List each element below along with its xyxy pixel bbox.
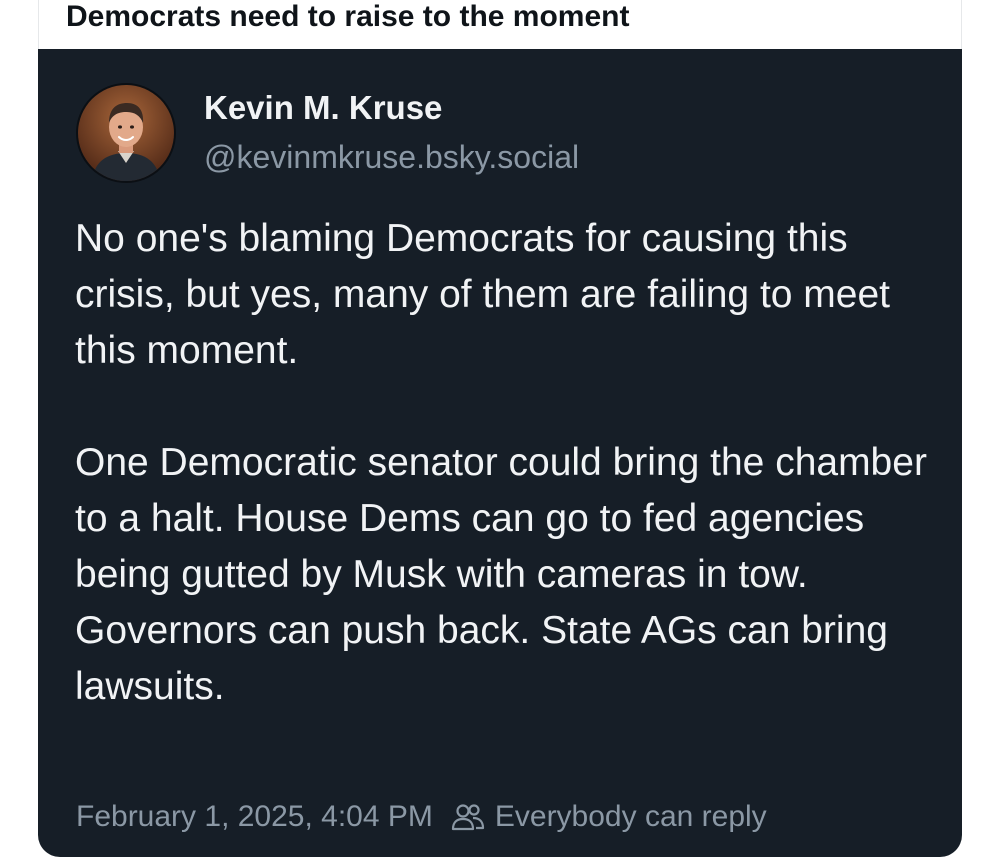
author-handle[interactable]: @kevinmkruse.bsky.social: [204, 139, 579, 175]
post-headline: Democrats need to raise to the moment: [66, 0, 630, 33]
people-icon: [451, 802, 485, 832]
frame-divider: [961, 0, 962, 50]
avatar-photo-icon: [78, 85, 174, 181]
post-paragraph: One Democratic senator could bring the c…: [75, 441, 927, 708]
embedded-post-card[interactable]: Kevin M. Kruse @kevinmkruse.bsky.social …: [38, 49, 962, 857]
post-footer: February 1, 2025, 4:04 PM Everybody can …: [76, 799, 767, 835]
author-name[interactable]: Kevin M. Kruse: [204, 89, 442, 127]
author-avatar[interactable]: [76, 83, 176, 183]
frame-divider: [38, 0, 39, 50]
post-timestamp[interactable]: February 1, 2025, 4:04 PM: [76, 799, 433, 835]
post-text: No one's blaming Democrats for causing t…: [75, 211, 935, 715]
page: Democrats need to raise to the moment Ke…: [0, 0, 1000, 857]
reply-setting-label: Everybody can reply: [494, 800, 767, 833]
post-paragraph: No one's blaming Democrats for causing t…: [75, 217, 891, 372]
